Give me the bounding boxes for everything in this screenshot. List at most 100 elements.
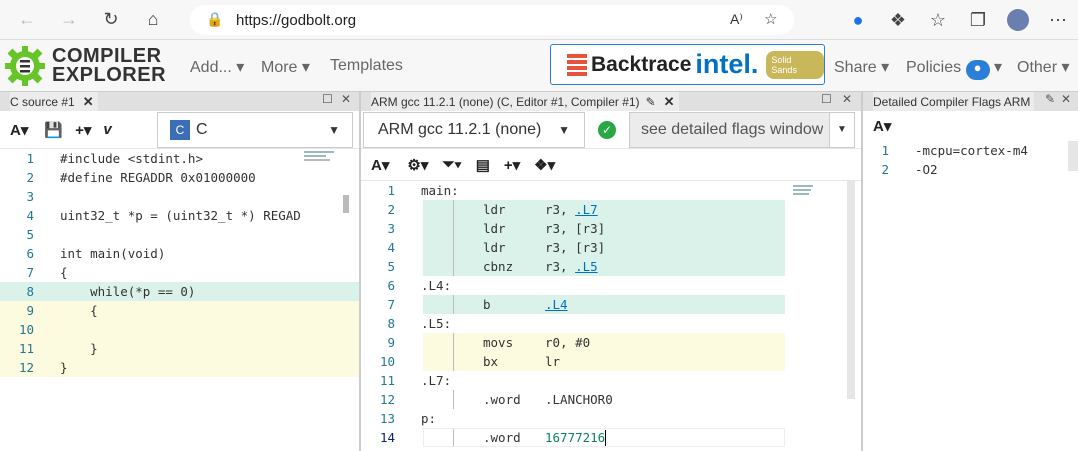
favorite-add-icon[interactable]: ☆ xyxy=(764,10,777,28)
scrollbar[interactable] xyxy=(847,181,855,399)
sponsor-banner[interactable]: Backtrace intel. Solid Sands xyxy=(550,44,825,85)
scrollbar[interactable] xyxy=(1068,141,1078,171)
source-line[interactable]: 11 } xyxy=(0,339,359,358)
font-size-button[interactable]: A▾ xyxy=(10,121,28,139)
source-tab[interactable]: C source #1 ✕ ☐ ✕ xyxy=(0,92,359,111)
asm-line[interactable]: 2 ldr r3, .L7 xyxy=(361,200,861,219)
asm-label-link[interactable]: .L7 xyxy=(575,202,598,217)
asm-line[interactable]: 11 .L7: xyxy=(361,371,861,390)
asm-opcode: bx xyxy=(483,354,499,369)
asm-line[interactable]: 4 ldr r3, [r3] xyxy=(361,238,861,257)
vim-icon[interactable]: v xyxy=(103,121,111,138)
asm-line[interactable]: 3 ldr r3, [r3] xyxy=(361,219,861,238)
tools-icon[interactable]: ❖▾ xyxy=(534,156,555,174)
asm-line[interactable]: 9 movs r0, #0 xyxy=(361,333,861,352)
source-line[interactable]: 9 { xyxy=(0,301,359,320)
flags-editor[interactable]: 1 -mcpu=cortex-m4 2 -O2 xyxy=(863,141,1078,179)
other-menu[interactable]: Other ▾ xyxy=(1017,57,1070,77)
settings-gear-icon[interactable]: ⚙▾ xyxy=(407,156,428,174)
templates-menu[interactable]: Templates xyxy=(330,57,403,75)
more-options-icon[interactable]: ⋯ xyxy=(1038,5,1078,35)
language-select[interactable]: C C ▼ xyxy=(157,112,353,148)
line-number: 11 xyxy=(379,373,395,388)
compiler-select[interactable]: ARM gcc 11.2.1 (none) ▼ xyxy=(363,112,585,148)
back-icon[interactable]: ← xyxy=(12,5,42,35)
home-icon[interactable]: ⌂ xyxy=(138,5,168,35)
assembly-output[interactable]: 1 main: 2 ldr r3, .L7 3 ldr r3, [r3] 4 ldr r3, [r3… xyxy=(361,181,861,447)
asm-label-link[interactable]: .L5 xyxy=(575,259,598,274)
add-menu[interactable]: Add... ▾ xyxy=(190,57,244,77)
flags-tab[interactable]: Detailed Compiler Flags ARM ✎ ✕ xyxy=(863,92,1078,111)
source-line[interactable]: 8 while(*p == 0) xyxy=(0,282,359,301)
source-line[interactable]: 5 xyxy=(0,225,359,244)
code-text: uint32_t *p = (uint32_t *) REGAD xyxy=(60,208,301,223)
source-line[interactable]: 12} xyxy=(0,358,359,377)
asm-line[interactable]: 14 .word 16777216 xyxy=(361,428,861,447)
c-language-icon: C xyxy=(170,120,190,140)
extensions-icon[interactable]: ❖ xyxy=(878,5,918,35)
source-line[interactable]: 7{ xyxy=(0,263,359,282)
read-aloud-icon[interactable]: A⁾ xyxy=(730,11,743,28)
book-icon[interactable]: ▤ xyxy=(476,156,490,174)
profile-avatar[interactable] xyxy=(998,5,1038,35)
asm-line[interactable]: 6 .L4: xyxy=(361,276,861,295)
compiler-flags-input[interactable]: see detailed flags window ▼ xyxy=(629,112,855,148)
source-line[interactable]: 10 xyxy=(0,320,359,339)
source-line[interactable]: 3 xyxy=(0,187,359,206)
collections-icon[interactable]: ❐ xyxy=(958,5,998,35)
source-line[interactable]: 4 uint32_t *p = (uint32_t *) REGAD xyxy=(0,206,359,225)
line-number: 10 xyxy=(18,322,34,337)
asm-line[interactable]: 13 p: xyxy=(361,409,861,428)
line-number: 12 xyxy=(18,360,34,375)
asm-label: .L7: xyxy=(421,373,452,388)
add-tool-button[interactable]: +▾ xyxy=(504,156,520,174)
close-icon[interactable]: ✕ xyxy=(83,94,94,110)
code-text: } xyxy=(60,360,68,375)
solid-sands-logo: Solid Sands xyxy=(766,50,824,79)
flag-line[interactable]: 1 -mcpu=cortex-m4 xyxy=(863,141,1078,160)
refresh-icon[interactable]: ↻ xyxy=(96,5,126,35)
policies-menu[interactable]: Policies ● ▾ xyxy=(906,57,1002,80)
address-bar[interactable]: 🔒 https://godbolt.org A⁾ ☆ xyxy=(190,5,794,35)
maximize-icon[interactable]: ☐ xyxy=(821,92,832,106)
minimap[interactable] xyxy=(304,149,348,189)
pin-icon[interactable]: ✎ xyxy=(1045,92,1055,106)
favorites-icon[interactable]: ☆ xyxy=(918,5,958,35)
asm-label: main: xyxy=(421,183,459,198)
close-icon[interactable]: ✕ xyxy=(341,92,351,106)
asm-line[interactable]: 8 .L5: xyxy=(361,314,861,333)
compiler-explorer-logo[interactable]: COMPILER EXPLORER xyxy=(4,45,166,87)
asm-line[interactable]: 7 b .L4 xyxy=(361,295,861,314)
forward-icon[interactable]: → xyxy=(54,5,84,35)
asm-line[interactable]: 10 bx lr xyxy=(361,352,861,371)
filter-icon[interactable]: ⏷▾ xyxy=(442,156,461,173)
source-editor[interactable]: 1 #include <stdint.h> 2 #define REGADDR 0x0… xyxy=(0,149,359,377)
chevron-down-icon[interactable]: ▼ xyxy=(829,113,854,147)
more-menu[interactable]: More ▾ xyxy=(261,57,310,77)
chevron-down-icon: ▼ xyxy=(558,123,570,137)
asm-line[interactable]: 5 cbnz r3, .L5 xyxy=(361,257,861,276)
asm-line[interactable]: 1 main: xyxy=(361,181,861,200)
asm-opcode: .word xyxy=(483,392,521,407)
compiler-tab[interactable]: ARM gcc 11.2.1 (none) (C, Editor #1, Com… xyxy=(361,92,861,111)
asm-line[interactable]: 12 .word .LANCHOR0 xyxy=(361,390,861,409)
flag-text: -mcpu=cortex-m4 xyxy=(915,143,1028,158)
asm-label-link[interactable]: .L4 xyxy=(545,297,568,312)
font-size-button[interactable]: A▾ xyxy=(873,117,891,135)
source-line[interactable]: 6 int main(void) xyxy=(0,244,359,263)
shield-extension-icon[interactable]: ● xyxy=(838,5,878,35)
close-icon[interactable]: ✕ xyxy=(842,92,852,106)
add-new-button[interactable]: +▾ xyxy=(75,121,91,139)
minimap[interactable] xyxy=(793,183,837,213)
close-icon[interactable]: ✕ xyxy=(664,94,675,110)
code-text: while(*p == 0) xyxy=(60,284,196,299)
flag-line[interactable]: 2 -O2 xyxy=(863,160,1078,179)
close-icon[interactable]: ✕ xyxy=(1061,92,1071,106)
font-size-button[interactable]: A▾ xyxy=(371,156,389,174)
share-menu[interactable]: Share ▾ xyxy=(834,57,889,77)
scrollbar[interactable] xyxy=(343,195,349,213)
maximize-icon[interactable]: ☐ xyxy=(322,92,333,106)
compile-status-icon[interactable]: ✓ xyxy=(598,121,616,139)
save-icon[interactable]: 💾 xyxy=(44,121,63,139)
edit-icon[interactable]: ✎ xyxy=(646,95,656,109)
